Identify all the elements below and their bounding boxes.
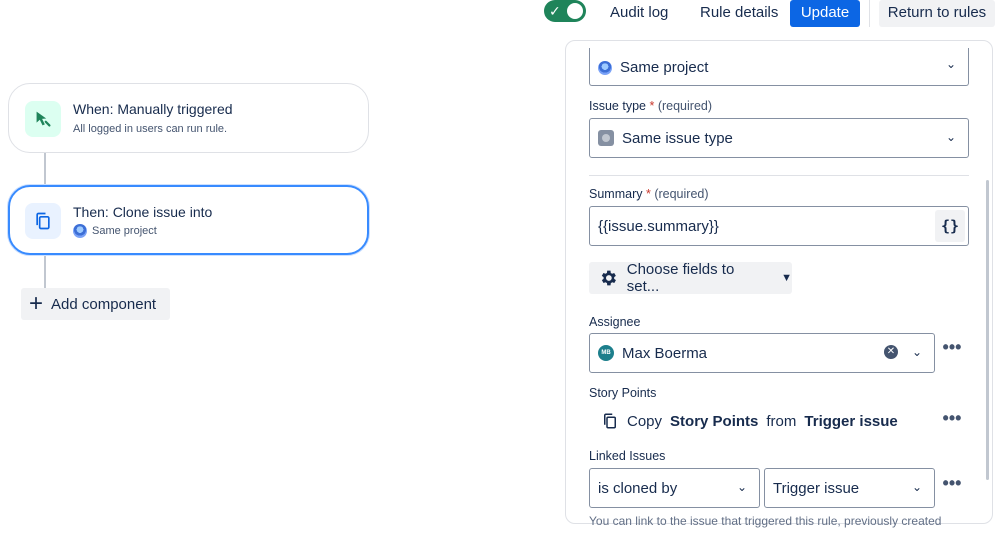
connector-line [44,256,46,289]
choose-fields-label: Choose fields to set... [626,261,735,295]
trigger-subtitle-text: All logged in users can run rule. [73,123,228,135]
required-star: * [649,99,655,113]
copy-field: Story Points [670,412,759,430]
action-subtitle: Same project [73,224,157,238]
trigger-node[interactable]: When: Manually triggered All logged in u… [8,83,369,153]
chevron-down-icon: ⌄ [911,345,922,359]
linked-issues-label: Linked Issues [589,449,665,463]
action-node[interactable]: Then: Clone issue into Same project [8,185,369,255]
project-select[interactable]: Same project ⌄ [589,48,969,86]
link-type-select[interactable]: is cloned by ⌄ [589,468,760,508]
more-options-icon[interactable]: ••• [940,474,964,498]
required-text: (required) [654,187,709,201]
link-target-select[interactable]: Trigger issue ⌄ [764,468,935,508]
assignee-value-text: Max Boerma [622,344,708,362]
summary-value: {{issue.summary}} [598,217,719,235]
link-target-value: Trigger issue [773,479,860,497]
project-value: Same project [598,59,708,76]
summary-label: Summary * (required) [589,187,709,201]
add-component-button[interactable]: + Add component [21,288,170,320]
assignee-label-text: Assignee [589,315,641,329]
linked-issues-label-text: Linked Issues [589,449,666,463]
header-divider [869,0,870,27]
project-value-text: Same project [620,59,709,76]
clear-icon[interactable]: ✕ [884,345,898,359]
copy-prefix: Copy [627,412,663,430]
trigger-title: When: Manually triggered [73,101,233,117]
project-avatar-icon [73,224,87,238]
action-title: Then: Clone issue into [73,204,213,220]
copy-icon [604,413,616,429]
more-options-icon[interactable]: ••• [940,338,964,362]
automation-rule-editor: ✓ Audit log Rule details Update Return t… [0,0,999,541]
summary-label-text: Summary [589,187,643,201]
cursor-icon [25,101,61,137]
chevron-down-icon: ⌄ [945,57,956,71]
chevron-down-icon: ⌄ [911,480,922,494]
issue-type-label-text: Issue type [589,99,646,113]
issue-type-select[interactable]: Same issue type ⌄ [589,118,969,158]
issue-type-value-text: Same issue type [622,129,733,147]
chevron-down-icon: ⌄ [736,480,747,494]
smart-value-button[interactable]: {} [935,210,965,242]
plus-icon: + [29,290,44,317]
avatar: MB [598,345,614,361]
toggle-knob [567,3,583,19]
link-type-value: is cloned by [598,479,678,497]
linked-issues-help: You can link to the issue that triggered… [589,514,942,528]
connector-line [44,153,46,186]
action-subtitle-text: Same project [92,225,157,237]
project-avatar-icon [598,60,612,75]
check-icon: ✓ [549,3,561,19]
required-text: (required) [657,99,713,113]
panel-scrollbar[interactable] [986,180,989,480]
assignee-select[interactable]: MB Max Boerma ✕ ⌄ [589,333,935,373]
add-component-label: Add component [51,295,157,313]
rule-enabled-toggle[interactable]: ✓ [544,0,586,22]
choose-fields-button[interactable]: Choose fields to set... ▼ [589,261,792,295]
assignee-value: MB Max Boerma [598,345,707,362]
chevron-down-icon: ⌄ [945,130,956,144]
required-star: * [645,187,651,201]
assignee-label: Assignee [589,315,640,329]
issue-type-label: Issue type * (required) [589,99,712,113]
rule-details-button[interactable]: Rule details [690,0,788,27]
gear-icon [601,270,616,286]
copy-icon [25,203,61,239]
more-options-icon[interactable]: ••• [940,409,964,433]
issue-type-icon [598,130,614,146]
story-points-label: Story Points [589,386,656,400]
issue-type-value: Same issue type [598,130,733,147]
story-points-copy-row[interactable]: Copy Story Points from Trigger issue [601,411,898,431]
return-to-rules-button[interactable]: Return to rules [879,0,995,27]
chevron-down-icon: ▼ [781,272,792,284]
copy-from: from [766,412,797,430]
audit-log-button[interactable]: Audit log [600,0,678,27]
trigger-subtitle: All logged in users can run rule. [73,123,227,135]
copy-source: Trigger issue [804,412,898,430]
story-points-label-text: Story Points [589,386,657,400]
update-button[interactable]: Update [790,0,860,27]
summary-input[interactable]: {{issue.summary}} [589,206,969,246]
section-divider [589,175,969,176]
